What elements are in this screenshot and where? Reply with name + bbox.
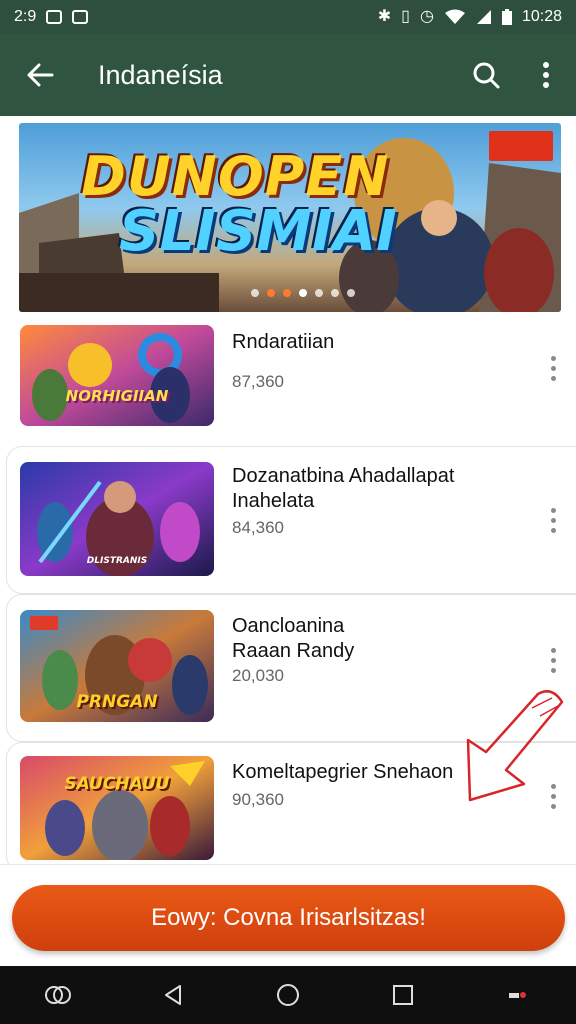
item-more-button[interactable] xyxy=(540,640,566,680)
thumbnail-label: DLISTRANIS xyxy=(86,556,148,566)
thumbnail-label: PRNGAN xyxy=(76,692,158,712)
game-thumbnail: NORHIGIIAN xyxy=(20,325,214,426)
list-item[interactable]: NORHIGIIAN Rndaratiian 87,360 xyxy=(0,318,576,442)
status-time: 2:9 xyxy=(14,8,37,25)
item-title: Dozanatbina Ahadallapat Inahelata xyxy=(232,465,455,512)
status-bar: 2:9 ✱ ▯ ◷ 10:28 xyxy=(0,0,576,34)
notification-icon xyxy=(509,992,527,998)
thumbnail-label: NORHIGIIAN xyxy=(65,387,169,405)
status-right: ✱ ▯ ◷ 10:28 xyxy=(378,8,562,26)
carousel-dot[interactable] xyxy=(347,289,355,297)
game-thumbnail: SAUCHAUU xyxy=(20,756,214,860)
more-vertical-icon xyxy=(543,62,549,88)
item-value: 84,360 xyxy=(232,518,284,537)
item-more-button[interactable] xyxy=(540,500,566,540)
carousel-dot[interactable] xyxy=(331,289,339,297)
game-thumbnail: DLISTRANIS xyxy=(20,462,214,576)
item-value: 90,360 xyxy=(232,790,284,809)
item-title: Rndaratiian xyxy=(232,331,335,353)
item-value: 87,360 xyxy=(232,372,284,391)
assistant-icon xyxy=(44,986,71,1004)
battery-icon xyxy=(501,9,512,25)
carousel-dot[interactable] xyxy=(283,289,291,297)
item-title: Oancloanina Raaan Randy xyxy=(232,615,355,662)
carousel-dot[interactable] xyxy=(267,289,275,297)
recents-square-icon xyxy=(393,985,414,1005)
arrow-left-icon xyxy=(27,63,54,87)
system-nav-bar xyxy=(0,966,576,1024)
cta-button[interactable]: Eowy: Covna Irisarlsitzas! xyxy=(12,885,565,951)
carousel-dot[interactable] xyxy=(299,289,307,297)
assistant-button[interactable] xyxy=(28,966,88,1024)
featured-banner[interactable]: DUNOPEN SLISMIAI xyxy=(19,123,561,312)
item-value: 20,030 xyxy=(232,666,284,685)
banner-title-line2: SLISMIAI xyxy=(119,199,397,264)
back-button[interactable] xyxy=(0,34,80,116)
whatsapp-icon xyxy=(46,10,63,24)
status-left: 2:9 xyxy=(14,8,89,26)
bluetooth-icon: ✱ xyxy=(377,8,392,25)
thumbnail-label: SAUCHAUU xyxy=(64,774,170,794)
nav-back-button[interactable] xyxy=(143,966,203,1024)
carousel-indicator[interactable] xyxy=(251,289,355,297)
cta-container: Eowy: Covna Irisarlsitzas! xyxy=(0,864,576,966)
carousel-dot[interactable] xyxy=(315,289,323,297)
pointer-arrow-icon xyxy=(466,690,564,802)
status-clock: 10:28 xyxy=(521,8,562,25)
back-triangle-icon xyxy=(164,985,181,1005)
home-circle-icon xyxy=(276,984,299,1006)
image-icon xyxy=(72,10,89,24)
overflow-menu-button[interactable] xyxy=(516,34,576,116)
banner-badge-logo xyxy=(489,131,553,161)
wifi-icon xyxy=(444,9,465,24)
alarm-icon: ◷ xyxy=(419,8,434,25)
page-title: Indaneísia xyxy=(98,59,223,90)
carousel-dot[interactable] xyxy=(251,289,259,297)
app-bar: Indaneísia xyxy=(0,34,576,116)
nav-notification-button[interactable] xyxy=(488,966,548,1024)
signal-icon xyxy=(476,10,491,24)
nav-recents-button[interactable] xyxy=(373,966,433,1024)
nav-home-button[interactable] xyxy=(258,966,318,1024)
item-more-button[interactable] xyxy=(540,348,566,388)
game-thumbnail: PRNGAN xyxy=(20,610,214,722)
vibrate-icon: ▯ xyxy=(401,8,410,25)
search-button[interactable] xyxy=(456,34,516,116)
list-item[interactable]: DLISTRANIS Dozanatbina Ahadallapat Inahe… xyxy=(0,446,576,594)
search-icon xyxy=(473,62,500,89)
